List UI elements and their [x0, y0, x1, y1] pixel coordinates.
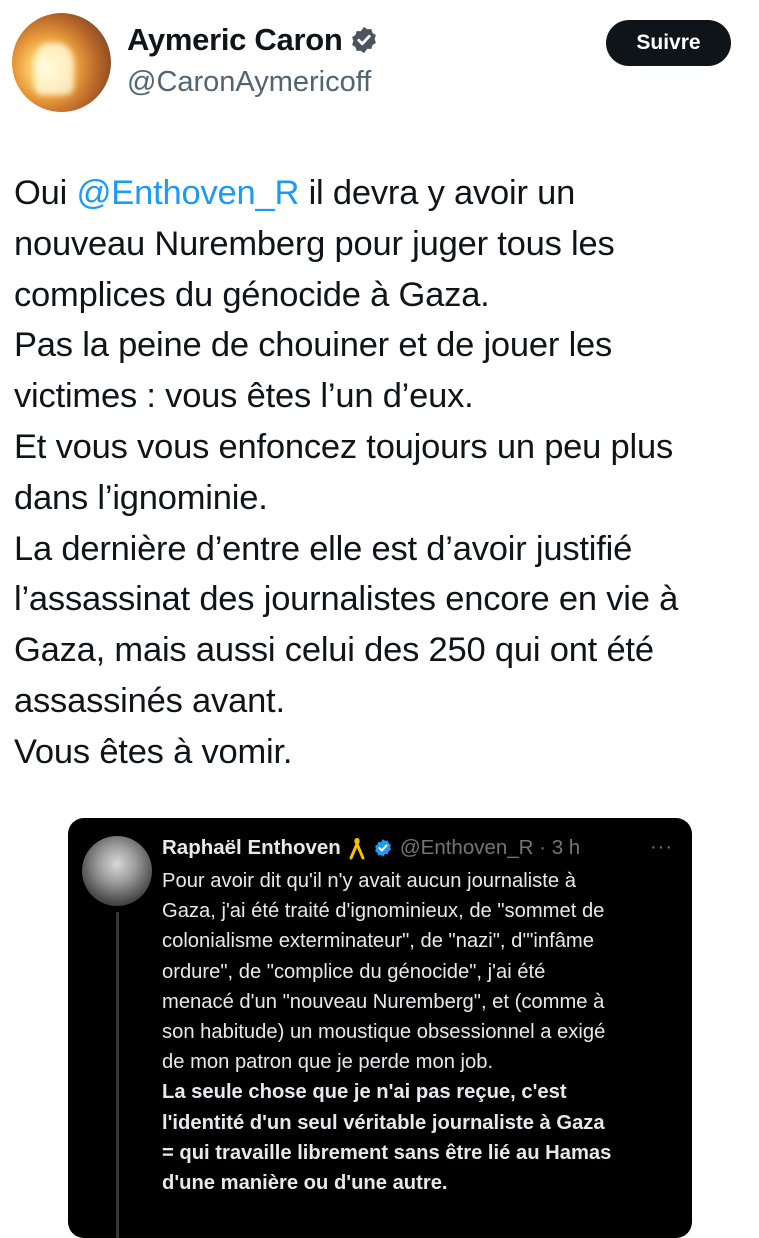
verified-badge-icon [352, 26, 377, 54]
tweet-line: Oui @Enthoven_R il devra y avoir un [14, 168, 749, 219]
quoted-line-bold: d'une manière ou d'une autre. [162, 1172, 448, 1195]
quoted-line-bold: l'identité d'un seul véritable journalis… [162, 1111, 605, 1134]
author-name-row: Aymeric Caron [127, 22, 379, 58]
quoted-line: colonialisme exterminateur", de "nazi", … [162, 930, 594, 953]
tweet-line: Vous êtes à vomir. [14, 732, 293, 771]
tweet-line: Gaza, mais aussi celui des 250 qui ont é… [14, 631, 654, 670]
follow-button[interactable]: Suivre [606, 20, 731, 66]
quoted-tweet-header: Raphaël Enthoven @Enthoven_R · 3 h [162, 836, 580, 860]
avatar-image [34, 43, 74, 95]
tweet-text-segment: il devra y avoir un [299, 174, 576, 212]
tweet-line: nouveau Nuremberg pour juger tous les [14, 224, 615, 263]
quoted-tweet-text: Pour avoir dit qu'il n'y avait aucun jou… [162, 866, 682, 1198]
quoted-line-bold: = qui travaille librement sans être lié … [162, 1141, 612, 1164]
tweet-line: l’assassinat des journalistes encore en … [14, 580, 679, 619]
quoted-author-avatar[interactable] [82, 836, 152, 906]
quoted-tweet-card[interactable]: Raphaël Enthoven @Enthoven_R · 3 h ··· P… [68, 818, 692, 1238]
quoted-line: ordure", de "complice du génocide", j'ai… [162, 960, 546, 983]
quoted-line-bold: La seule chose que je n'ai pas reçue, c'… [162, 1081, 567, 1104]
tweet-line: victimes : vous êtes l’un d’eux. [14, 377, 474, 416]
author-handle[interactable]: @CaronAymericoff [127, 66, 371, 99]
tweet-text: Oui @Enthoven_R il devra y avoir un nouv… [14, 168, 749, 778]
tweet-line: dans l’ignominie. [14, 478, 268, 517]
tweet-header: Aymeric Caron @CaronAymericoff Suivre [0, 0, 759, 120]
more-options-icon[interactable]: ··· [650, 836, 673, 859]
verified-badge-icon [374, 839, 391, 857]
quoted-handle-time[interactable]: @Enthoven_R · 3 h [400, 836, 580, 860]
quoted-line: Pour avoir dit qu'il n'y avait aucun jou… [162, 870, 576, 892]
tweet-line: Pas la peine de chouiner et de jouer les [14, 326, 613, 365]
quoted-line: Gaza, j'ai été traité d'ignominieux, de … [162, 900, 605, 923]
tweet-line: assassinés avant. [14, 681, 285, 720]
author-avatar[interactable] [12, 13, 111, 112]
tweet-text-segment: Oui [14, 174, 77, 212]
thread-line [116, 912, 119, 1238]
quoted-line: menacé d'un "nouveau Nuremberg", et (com… [162, 990, 605, 1013]
yellow-ribbon-icon [349, 838, 365, 860]
author-name[interactable]: Aymeric Caron [127, 22, 343, 58]
quoted-line: de mon patron que je perde mon job. [162, 1051, 494, 1074]
tweet-line: La dernière d’entre elle est d’avoir jus… [14, 529, 633, 568]
mention-link[interactable]: @Enthoven_R [76, 174, 299, 212]
tweet-line: Et vous vous enfoncez toujours un peu pl… [14, 427, 674, 466]
tweet-line: complices du génocide à Gaza. [14, 275, 490, 314]
quoted-author-name[interactable]: Raphaël Enthoven [162, 836, 341, 860]
quoted-line: son habitude) un moustique obsessionnel … [162, 1021, 606, 1044]
